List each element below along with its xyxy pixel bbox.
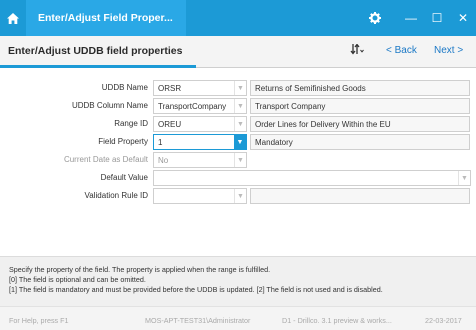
uddb-column-name-select[interactable]: TransportCompany ▼ bbox=[153, 98, 247, 114]
next-button[interactable]: Next > bbox=[434, 45, 463, 56]
uddb-name-label: UDDB Name bbox=[101, 83, 148, 92]
uddb-column-name-value: TransportCompany bbox=[158, 102, 227, 111]
settings-button[interactable] bbox=[362, 0, 388, 36]
window-title-tab[interactable]: Enter/Adjust Field Proper... bbox=[26, 0, 186, 36]
range-id-value: OREU bbox=[158, 120, 182, 129]
status-help-hint: For Help, press F1 bbox=[9, 316, 69, 325]
uddb-column-name-label: UDDB Column Name bbox=[71, 101, 148, 110]
page-header: Enter/Adjust UDDB field properties < Bac… bbox=[0, 36, 476, 68]
page-title: Enter/Adjust UDDB field properties bbox=[8, 45, 183, 57]
chevron-down-icon[interactable]: ▼ bbox=[234, 189, 246, 203]
uddb-column-name-description: Transport Company bbox=[250, 98, 470, 114]
field-property-description: Mandatory bbox=[250, 134, 470, 150]
field-property-label: Field Property bbox=[98, 137, 148, 146]
title-bar: Enter/Adjust Field Proper... — ☐ ✕ bbox=[0, 0, 476, 36]
uddb-name-select[interactable]: ORSR ▼ bbox=[153, 80, 247, 96]
chevron-down-icon[interactable]: ▼ bbox=[234, 99, 246, 113]
current-date-default-label: Current Date as Default bbox=[63, 155, 148, 164]
sort-icon bbox=[350, 43, 364, 55]
field-property-select[interactable]: 1 ▼ bbox=[153, 134, 247, 150]
sort-button[interactable] bbox=[350, 43, 364, 58]
chevron-down-icon[interactable]: ▼ bbox=[234, 135, 246, 149]
row-uddb-name: UDDB Name ORSR ▼ Returns of Semifinished… bbox=[0, 80, 476, 96]
minimize-button[interactable]: — bbox=[398, 0, 424, 36]
back-button[interactable]: < Back bbox=[386, 45, 417, 56]
status-date: 22-03-2017 bbox=[425, 316, 462, 325]
row-field-property: Field Property 1 ▼ Mandatory bbox=[0, 134, 476, 150]
validation-rule-id-label: Validation Rule ID bbox=[84, 191, 148, 200]
field-property-value: 1 bbox=[158, 138, 163, 147]
range-id-description: Order Lines for Delivery Within the EU bbox=[250, 116, 470, 132]
range-id-select[interactable]: OREU ▼ bbox=[153, 116, 247, 132]
help-text-line: Specify the property of the field. The p… bbox=[9, 265, 271, 274]
row-default-value: Default Value ▼ bbox=[0, 170, 476, 186]
chevron-down-icon[interactable]: ▼ bbox=[234, 153, 246, 167]
row-validation-rule-id: Validation Rule ID ▼ bbox=[0, 188, 476, 204]
maximize-button[interactable]: ☐ bbox=[424, 0, 450, 36]
home-button[interactable] bbox=[0, 0, 26, 36]
help-panel: Specify the property of the field. The p… bbox=[0, 256, 476, 306]
close-icon: ✕ bbox=[457, 11, 469, 25]
minimize-icon: — bbox=[405, 11, 417, 25]
validation-rule-id-description bbox=[250, 188, 470, 204]
help-text-line: [1] The field is mandatory and must be p… bbox=[9, 285, 383, 294]
chevron-down-icon[interactable]: ▼ bbox=[234, 117, 246, 131]
uddb-name-description: Returns of Semifinished Goods bbox=[250, 80, 470, 96]
range-id-label: Range ID bbox=[114, 119, 148, 128]
validation-rule-id-select[interactable]: ▼ bbox=[153, 188, 247, 204]
home-icon bbox=[7, 12, 19, 24]
status-user: MOS-APT-TEST31\Administrator bbox=[145, 316, 251, 325]
status-bar: For Help, press F1 MOS-APT-TEST31\Admini… bbox=[0, 306, 476, 330]
gear-icon bbox=[369, 12, 381, 24]
default-value-select[interactable]: ▼ bbox=[153, 170, 471, 186]
help-text-line: [0] The field is optional and can be omi… bbox=[9, 275, 146, 284]
window-title: Enter/Adjust Field Proper... bbox=[38, 12, 173, 24]
default-value-label: Default Value bbox=[100, 173, 148, 182]
row-uddb-column-name: UDDB Column Name TransportCompany ▼ Tran… bbox=[0, 98, 476, 114]
uddb-name-value: ORSR bbox=[158, 84, 182, 93]
current-date-default-select[interactable]: No ▼ bbox=[153, 152, 247, 168]
current-date-default-value: No bbox=[158, 156, 169, 165]
row-range-id: Range ID OREU ▼ Order Lines for Delivery… bbox=[0, 116, 476, 132]
row-current-date-default: Current Date as Default No ▼ bbox=[0, 152, 476, 168]
maximize-icon: ☐ bbox=[431, 11, 443, 25]
status-company: D1 - Drillco. 3.1 preview & works... bbox=[282, 316, 392, 325]
title-underline bbox=[0, 65, 196, 68]
chevron-down-icon[interactable]: ▼ bbox=[234, 81, 246, 95]
close-button[interactable]: ✕ bbox=[450, 0, 476, 36]
chevron-down-icon[interactable]: ▼ bbox=[458, 171, 470, 185]
